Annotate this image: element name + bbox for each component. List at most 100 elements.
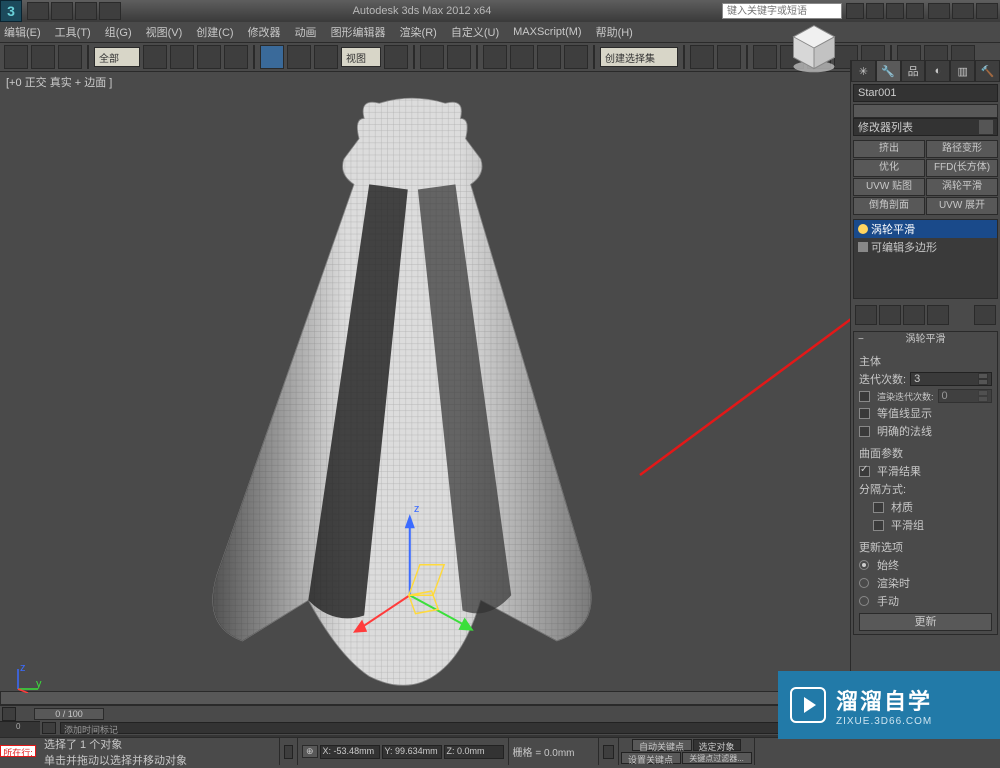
bulb-icon[interactable] [858, 224, 868, 234]
mod-turbosmooth[interactable]: 涡轮平滑 [926, 178, 998, 196]
object-name-field[interactable]: Star001 [853, 84, 998, 102]
tab-display-icon[interactable]: ▥ [950, 60, 975, 82]
viewcube-icon[interactable] [786, 20, 842, 76]
radio-always[interactable] [859, 560, 869, 570]
time-slider[interactable]: 0 / 100 [0, 705, 850, 721]
infocenter-button[interactable] [846, 3, 864, 19]
tab-utilities-icon[interactable]: 🔨 [975, 60, 1000, 82]
timetag-field[interactable]: 添加时间标记 [60, 722, 850, 734]
mirror-icon[interactable] [690, 45, 714, 69]
app-logo-icon[interactable]: 3 [0, 0, 22, 22]
box-icon[interactable] [858, 242, 868, 252]
remove-mod-icon[interactable] [927, 305, 949, 325]
render-iter-spinner[interactable]: 0 [938, 389, 992, 403]
check-smooth-result[interactable] [859, 466, 870, 477]
tab-create-icon[interactable]: ✳ [851, 60, 876, 82]
viewport[interactable]: [+0 正交 真实 + 边面 ] z [0, 72, 850, 705]
mod-uvwunwrap[interactable]: UVW 展开 [926, 197, 998, 215]
menu-create[interactable]: 创建(C) [196, 24, 233, 40]
keyfilter-button[interactable]: 关键点过滤器... [682, 752, 752, 764]
check-isoline[interactable] [859, 408, 870, 419]
stack-item-turbosmooth[interactable]: 涡轮平滑 [854, 220, 997, 238]
setkey-button[interactable]: 设置关键点 [621, 752, 681, 764]
named-selection-set[interactable]: 创建选择集 [600, 47, 678, 67]
menu-group[interactable]: 组(G) [105, 24, 132, 40]
mod-pathdeform[interactable]: 路径变形 [926, 140, 998, 158]
maximize-button[interactable] [952, 3, 974, 19]
pin-stack-icon[interactable] [855, 305, 877, 325]
menu-view[interactable]: 视图(V) [146, 24, 183, 40]
redo-button[interactable] [75, 2, 97, 20]
snap-percent-icon[interactable] [537, 45, 561, 69]
mod-uvwmap[interactable]: UVW 贴图 [853, 178, 925, 196]
menu-help[interactable]: 帮助(H) [596, 24, 633, 40]
time-handle[interactable]: 0 / 100 [34, 708, 104, 720]
minimize-button[interactable] [928, 3, 950, 19]
signin-button[interactable] [866, 3, 884, 19]
configure-stack-icon[interactable] [974, 305, 996, 325]
comm-center-icon[interactable] [603, 745, 614, 759]
check-render-iter[interactable] [859, 391, 870, 402]
update-button[interactable]: 更新 [859, 613, 992, 631]
rollout-header[interactable]: 涡轮平滑 [854, 332, 997, 348]
coord-z-field[interactable]: Z: 0.0mm [444, 745, 504, 759]
lock-icon[interactable] [284, 745, 293, 759]
stack-item-editpoly[interactable]: 可编辑多边形 [854, 238, 997, 256]
mod-extrude[interactable]: 挤出 [853, 140, 925, 158]
scale-gizmo-icon[interactable] [314, 45, 338, 69]
help-button[interactable] [906, 3, 924, 19]
layers-icon[interactable] [753, 45, 777, 69]
menu-maxscript[interactable]: MAXScript(M) [513, 26, 581, 38]
check-by-smooth[interactable] [873, 520, 884, 531]
bind-spacewarp-icon[interactable] [58, 45, 82, 69]
check-normals[interactable] [859, 426, 870, 437]
select-manip-icon[interactable] [420, 45, 444, 69]
mod-bevelprofile[interactable]: 倒角剖面 [853, 197, 925, 215]
coord-y-field[interactable]: Y: 99.634mm [382, 745, 442, 759]
link-icon[interactable] [4, 45, 28, 69]
menu-render[interactable]: 渲染(R) [400, 24, 437, 40]
menu-animation[interactable]: 动画 [295, 24, 317, 40]
mod-ffd[interactable]: FFD(长方体) [926, 159, 998, 177]
help-search-input[interactable] [722, 3, 842, 19]
tab-modify-icon[interactable]: 🔧 [876, 60, 901, 82]
select-name-icon[interactable] [170, 45, 194, 69]
align-icon[interactable] [717, 45, 741, 69]
menu-grapheditors[interactable]: 图形编辑器 [331, 24, 386, 40]
make-unique-icon[interactable] [903, 305, 925, 325]
pivot-icon[interactable] [384, 45, 408, 69]
tab-motion-icon[interactable]: ◐ [925, 60, 950, 82]
ref-coord-system[interactable]: 视图 [341, 47, 381, 67]
select-window-icon[interactable] [224, 45, 248, 69]
menu-customize[interactable]: 自定义(U) [451, 24, 499, 40]
favorites-button[interactable] [886, 3, 904, 19]
coord-x-field[interactable]: X: -53.48mm [320, 745, 380, 759]
selection-filter[interactable]: 全部 [94, 47, 140, 67]
menu-modifiers[interactable]: 修改器 [248, 24, 281, 40]
mod-optimize[interactable]: 优化 [853, 159, 925, 177]
qat-dropdown[interactable] [99, 2, 121, 20]
viewport-hscroll[interactable] [0, 691, 835, 705]
rotate-gizmo-icon[interactable] [287, 45, 311, 69]
autokey-button[interactable]: 自动关键点 [632, 739, 692, 751]
modifier-stack[interactable]: 涡轮平滑 可编辑多边形 [853, 219, 998, 299]
selkey-field[interactable]: 选定对象 [693, 739, 741, 751]
modifier-list-dropdown[interactable]: 修改器列表 [853, 118, 998, 136]
close-button[interactable] [976, 3, 998, 19]
radio-manual[interactable] [859, 596, 869, 606]
unlink-icon[interactable] [31, 45, 55, 69]
tab-hierarchy-icon[interactable]: 品 [901, 60, 926, 82]
menu-tools[interactable]: 工具(T) [55, 24, 91, 40]
menu-edit[interactable]: 编辑(E) [4, 24, 41, 40]
move-gizmo-icon[interactable] [260, 45, 284, 69]
spinner-snap-icon[interactable] [564, 45, 588, 69]
timetag-icon[interactable] [42, 722, 56, 734]
keyboard-shortcut-icon[interactable] [447, 45, 471, 69]
select-object-icon[interactable] [143, 45, 167, 69]
coord-mode-icon[interactable]: ⊕ [302, 745, 318, 758]
qat-btn[interactable] [27, 2, 49, 20]
undo-button[interactable] [51, 2, 73, 20]
object-color-swatch[interactable] [853, 104, 998, 118]
iterations-spinner[interactable]: 3 [910, 372, 992, 386]
snap-angle-icon[interactable] [510, 45, 534, 69]
